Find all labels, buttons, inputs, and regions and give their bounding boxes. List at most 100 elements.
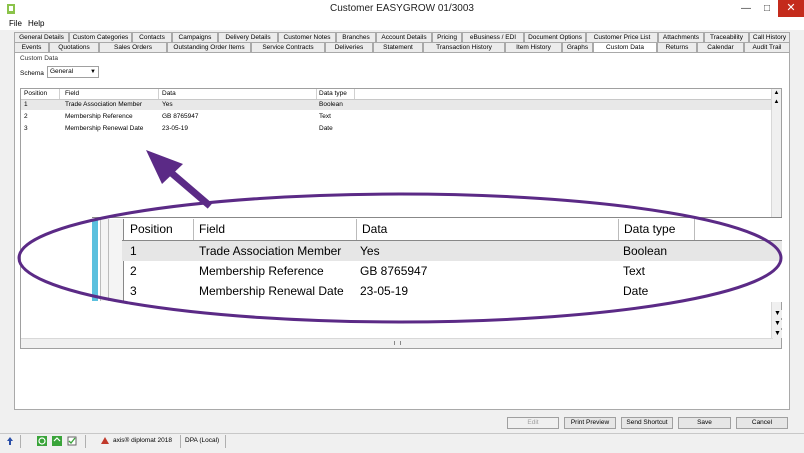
column-separator [158, 89, 159, 99]
tab-transaction-history[interactable]: Transaction History [423, 42, 505, 52]
cell-data: 23-05-19 [162, 125, 189, 132]
edit-button[interactable]: Edit [507, 417, 559, 429]
tab-branches[interactable]: Branches [336, 32, 376, 42]
column-header-field[interactable]: Field [65, 90, 79, 97]
tab-account-details[interactable]: Account Details [376, 32, 432, 42]
tab-delivery-details[interactable]: Delivery Details [218, 32, 278, 42]
tab-campaigns[interactable]: Campaigns [172, 32, 218, 42]
maximize-button[interactable]: □ [755, 0, 779, 17]
sync-icon[interactable] [52, 436, 62, 446]
checklist-icon[interactable] [67, 436, 77, 446]
zoom-row: 1 Trade Association Member Yes Boolean [122, 241, 782, 261]
status-divider [85, 435, 86, 448]
zoom-cell-data-type: Boolean [623, 244, 668, 258]
close-button[interactable]: ✕ [778, 0, 804, 17]
cell-position: 2 [24, 113, 28, 120]
column-header-data[interactable]: Data [162, 90, 176, 97]
schema-label: Schema [20, 70, 44, 77]
menu-file[interactable]: File [9, 19, 22, 28]
window-title: Customer EASYGROW 01/3003 [330, 3, 474, 14]
tab-outstanding-order-items[interactable]: Outstanding Order Items [167, 42, 251, 52]
zoom-selection-bar [92, 219, 98, 301]
zoom-row-indicator [100, 219, 124, 301]
zoom-cell-position: 2 [130, 264, 137, 278]
cell-data-type: Date [319, 125, 333, 132]
tab-events[interactable]: Events [14, 42, 49, 52]
column-header-position[interactable]: Position [24, 90, 47, 97]
cell-data: GB 8765947 [162, 113, 199, 120]
cell-position: 1 [24, 101, 28, 108]
zoom-column-separator [356, 219, 357, 240]
tab-audit-trail[interactable]: Audit Trail [744, 42, 790, 52]
print-preview-button[interactable]: Print Preview [564, 417, 616, 429]
tab-quotations[interactable]: Quotations [49, 42, 99, 52]
tab-pricing[interactable]: Pricing [432, 32, 462, 42]
schema-dropdown[interactable]: General ▼ [47, 66, 99, 78]
schema-value: General [50, 68, 74, 75]
tab-sales-orders[interactable]: Sales Orders [99, 42, 167, 52]
cell-data-type: Boolean [319, 101, 343, 108]
tab-service-contracts[interactable]: Service Contracts [251, 42, 325, 52]
column-separator [59, 89, 60, 99]
scroll-page-down-icon[interactable]: ▼ [773, 320, 782, 328]
scroll-up-icon[interactable]: ▲ [772, 98, 781, 106]
zoom-cell-data: 23-05-19 [360, 284, 409, 298]
zoom-header-data: Data [362, 222, 388, 236]
tab-call-history[interactable]: Call History [749, 32, 790, 42]
zoom-column-separator [694, 219, 695, 240]
zoom-header-field: Field [199, 222, 226, 236]
tab-customer-price-list[interactable]: Customer Price List [586, 32, 658, 42]
tab-row-1: General Details Custom Categories Contac… [14, 32, 790, 42]
scroll-top-icon[interactable]: ▲ [772, 89, 781, 97]
table-row[interactable]: 2 Membership Reference GB 8765947 Text [21, 112, 773, 122]
cancel-button[interactable]: Cancel [736, 417, 788, 429]
send-shortcut-button[interactable]: Send Shortcut [621, 417, 673, 429]
status-divider [20, 435, 21, 448]
table-row[interactable]: 3 Membership Renewal Date 23-05-19 Date [21, 124, 773, 134]
tab-row-2: Events Quotations Sales Orders Outstandi… [14, 42, 790, 53]
column-header-data-type[interactable]: Data type [319, 90, 347, 97]
zoom-row: 2 Membership Reference GB 8765947 Text [122, 261, 782, 281]
refresh-icon[interactable] [37, 436, 47, 446]
zoom-header-data-type: Data type [624, 222, 676, 236]
scroll-down-icon[interactable]: ▼ [773, 310, 782, 318]
cell-field: Membership Reference [65, 113, 133, 120]
column-separator [316, 89, 317, 99]
status-divider [225, 435, 226, 448]
cell-data: Yes [162, 101, 173, 108]
zoom-cell-position: 3 [130, 284, 137, 298]
horizontal-scrollbar[interactable] [21, 338, 773, 348]
upload-icon[interactable] [5, 436, 15, 446]
menu-bar: File Help [0, 18, 804, 30]
tab-contacts[interactable]: Contacts [132, 32, 172, 42]
tab-traceability[interactable]: Traceability [704, 32, 749, 42]
table-row[interactable]: 1 Trade Association Member Yes Boolean [21, 100, 773, 110]
tab-graphs[interactable]: Graphs [562, 42, 593, 52]
scroll-thumb[interactable] [394, 341, 401, 345]
zoom-divider [108, 219, 109, 301]
tab-attachments[interactable]: Attachments [658, 32, 704, 42]
zoom-cell-data: Yes [360, 244, 380, 258]
group-label: Custom Data [20, 55, 58, 62]
tab-custom-categories[interactable]: Custom Categories [69, 32, 132, 42]
zoom-cell-data-type: Text [623, 264, 646, 278]
tab-ebusiness-edi[interactable]: eBusiness / EDI [462, 32, 524, 42]
tab-customer-notes[interactable]: Customer Notes [278, 32, 336, 42]
menu-help[interactable]: Help [28, 19, 44, 28]
tab-general-details[interactable]: General Details [14, 32, 69, 42]
tab-deliveries[interactable]: Deliveries [325, 42, 373, 52]
save-button[interactable]: Save [678, 417, 731, 429]
tab-calendar[interactable]: Calendar [697, 42, 744, 52]
zoom-column-separator [193, 219, 194, 240]
grid-header: Position Field Data Data type [21, 89, 773, 100]
axis-logo-icon [101, 437, 109, 444]
title-bar: Customer EASYGROW 01/3003 — □ ✕ [0, 0, 804, 19]
scroll-bottom-icon[interactable]: ▼ [773, 330, 782, 338]
tab-document-options[interactable]: Document Options [524, 32, 586, 42]
tab-returns[interactable]: Returns [657, 42, 697, 52]
tab-item-history[interactable]: Item History [505, 42, 562, 52]
cell-field: Trade Association Member [65, 101, 143, 108]
cell-data-type: Text [319, 113, 331, 120]
zoom-cell-field: Membership Renewal Date [199, 284, 344, 298]
tab-statement[interactable]: Statement [373, 42, 423, 52]
